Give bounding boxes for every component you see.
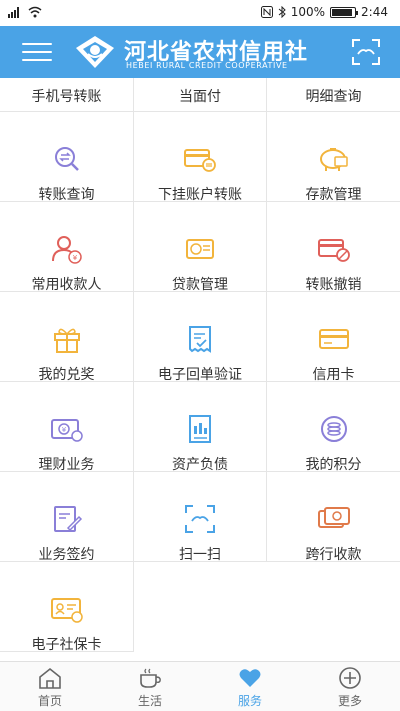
service-item[interactable]: 贷款管理 <box>134 202 267 293</box>
status-bar: 100% 2:44 <box>0 0 400 26</box>
service-item[interactable]: 转账查询 <box>0 112 134 203</box>
points-coin-icon <box>320 416 347 442</box>
service-item[interactable]: 下挂账户转账 <box>134 112 267 203</box>
quick-item-label: 手机号转账 <box>31 89 102 105</box>
service-item[interactable]: 转账撤销 <box>267 202 400 293</box>
credit-card-icon <box>318 329 349 349</box>
nfc-icon <box>260 6 273 18</box>
service-item[interactable]: 业务签约 <box>0 472 134 563</box>
quick-item-statement[interactable]: 明细查询 <box>267 78 400 112</box>
service-item[interactable]: ¥ 理财业务 <box>0 382 134 473</box>
service-label: 理财业务 <box>38 457 95 473</box>
service-label: 转账查询 <box>38 187 95 203</box>
service-label: 贷款管理 <box>172 277 228 293</box>
service-label: 资产负债 <box>172 457 228 473</box>
service-item[interactable]: 我的积分 <box>267 382 400 473</box>
wealth-icon: ¥ <box>50 419 83 442</box>
sign-contract-icon <box>53 506 82 532</box>
app-subtitle: HEBEI RURAL CREDIT COOPERATIVE <box>126 61 288 70</box>
service-item[interactable]: 电子回单验证 <box>134 292 267 383</box>
service-label: 我的兑奖 <box>38 367 95 383</box>
svg-text:¥: ¥ <box>61 426 66 434</box>
service-label: 业务签约 <box>38 547 95 563</box>
transfer-search-icon <box>54 147 79 171</box>
gift-icon <box>53 328 80 353</box>
home-icon <box>39 667 61 689</box>
quick-item-label: 当面付 <box>179 89 221 105</box>
service-label: 我的积分 <box>305 457 362 473</box>
service-label: 扫一扫 <box>179 547 221 563</box>
scan-button-icon[interactable] <box>352 39 380 65</box>
service-item[interactable]: 电子社保卡 <box>0 562 134 653</box>
tab-services[interactable]: 服务 <box>200 662 300 711</box>
plus-circle-icon <box>339 667 361 689</box>
service-item[interactable]: 信用卡 <box>267 292 400 383</box>
interbank-collect-icon <box>317 507 350 528</box>
scan-icon <box>185 505 215 533</box>
linked-card-transfer-icon <box>184 149 216 172</box>
service-label: 存款管理 <box>305 187 362 203</box>
tab-life[interactable]: 生活 <box>100 662 200 711</box>
app-header: 河北省农村信用社 HEBEI RURAL CREDIT COOPERATIVE <box>0 26 400 78</box>
wifi-icon <box>28 6 42 18</box>
clock: 2:44 <box>361 5 388 19</box>
tab-label: 服务 <box>237 694 262 708</box>
loan-card-icon <box>186 239 214 259</box>
quick-item-face-pay[interactable]: 当面付 <box>134 78 267 112</box>
service-item[interactable]: 存款管理 <box>267 112 400 203</box>
battery-icon <box>330 6 359 18</box>
battery-percent: 100% <box>290 5 326 19</box>
service-label: 信用卡 <box>312 367 355 383</box>
service-item[interactable]: 跨行收款 <box>267 472 400 563</box>
tab-label: 更多 <box>337 694 362 708</box>
bank-logo-icon <box>76 36 114 68</box>
tab-label: 生活 <box>137 694 162 708</box>
svg-text:¥: ¥ <box>72 254 77 262</box>
service-label: 转账撤销 <box>305 277 362 293</box>
service-item[interactable]: ¥ 常用收款人 <box>0 202 134 293</box>
bottom-tab-bar: 首页 生活 服务 更多 <box>0 661 400 711</box>
quick-item-label: 明细查询 <box>305 89 362 105</box>
service-label: 常用收款人 <box>31 277 102 293</box>
coffee-cup-icon <box>140 668 161 688</box>
cancel-card-icon <box>317 239 350 262</box>
service-item[interactable]: 我的兑奖 <box>0 292 134 383</box>
bluetooth-icon <box>278 6 286 18</box>
payee-icon: ¥ <box>51 236 82 264</box>
tab-more[interactable]: 更多 <box>300 662 400 711</box>
service-label: 电子回单验证 <box>158 367 242 383</box>
service-label: 电子社保卡 <box>31 637 102 653</box>
receipt-verify-icon <box>189 326 211 353</box>
asset-report-icon <box>189 415 211 443</box>
service-item[interactable]: 资产负债 <box>134 382 267 473</box>
service-item[interactable]: 扫一扫 <box>134 472 267 563</box>
quick-item-phone-transfer[interactable]: 手机号转账 <box>0 78 134 112</box>
heart-icon <box>239 669 261 687</box>
service-label: 跨行收款 <box>305 547 362 563</box>
service-label: 下挂账户转账 <box>158 187 242 203</box>
piggy-bank-icon <box>319 148 348 171</box>
menu-button[interactable] <box>22 41 52 63</box>
tab-label: 首页 <box>37 694 62 708</box>
signal-icon <box>8 7 19 18</box>
social-security-card-icon <box>50 598 83 623</box>
tab-home[interactable]: 首页 <box>0 662 100 711</box>
